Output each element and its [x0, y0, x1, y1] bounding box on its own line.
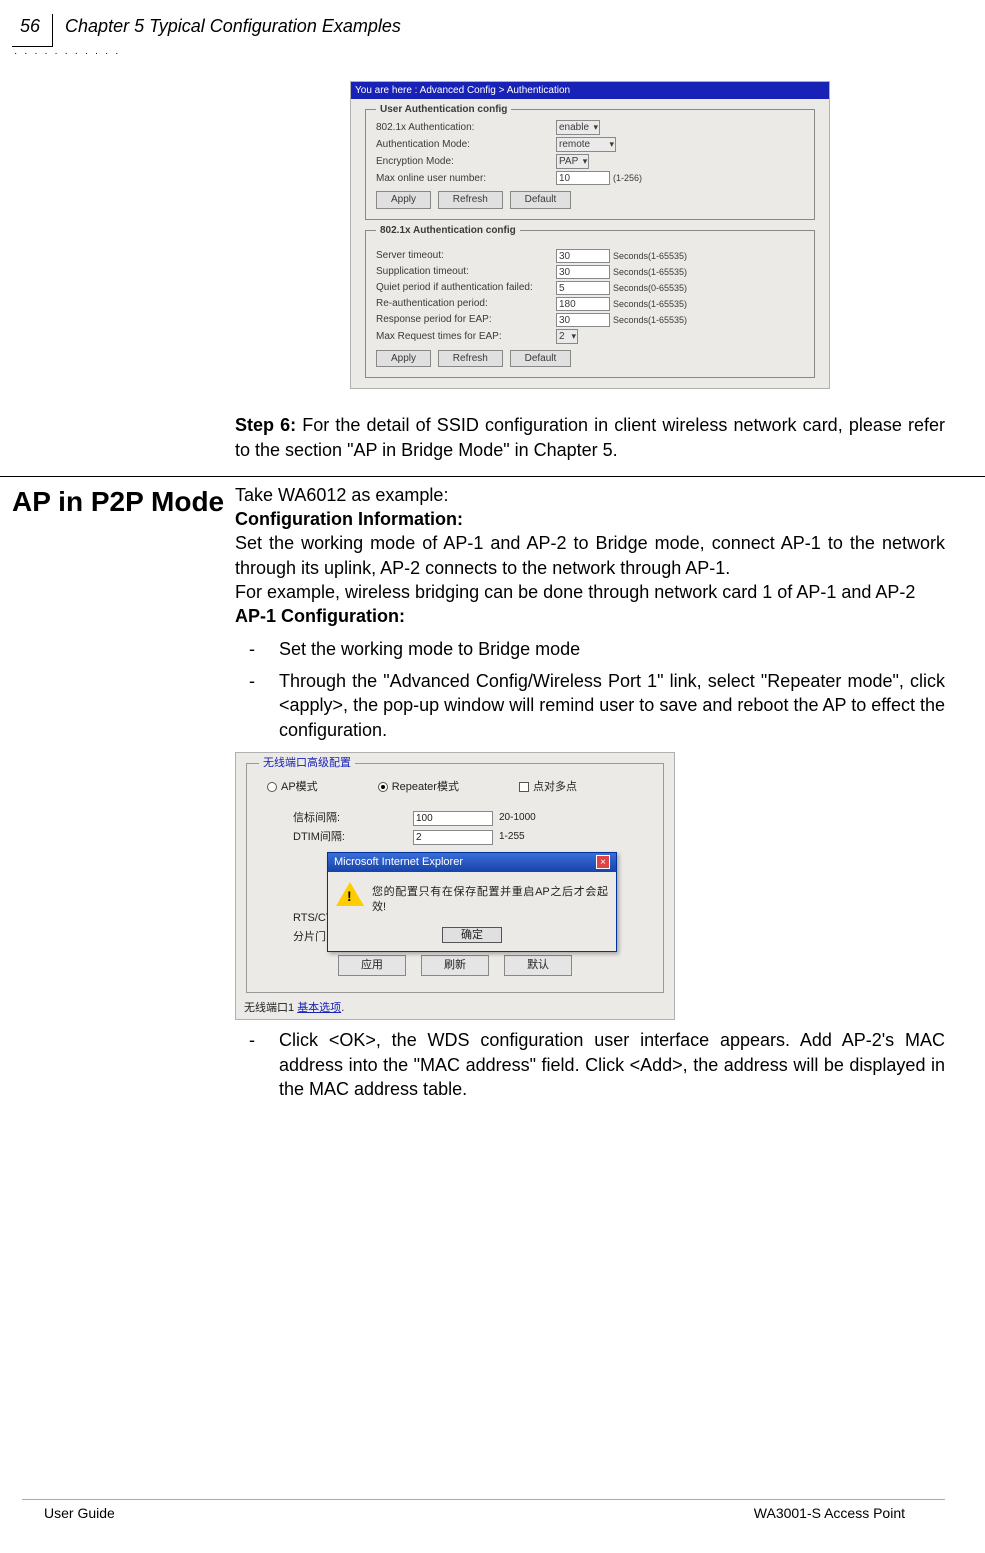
refresh-button[interactable]: Refresh [438, 191, 503, 209]
page-number: 56 [12, 14, 53, 47]
suffix: Seconds(1-65535) [613, 266, 687, 278]
footer-right: WA3001-S Access Point [754, 1504, 905, 1523]
label: Supplication timeout: [376, 265, 556, 279]
label: Server timeout: [376, 249, 556, 263]
label: Encryption Mode: [376, 155, 556, 169]
enc-select[interactable]: PAP [556, 154, 589, 169]
label: Quiet period if authentication failed: [376, 281, 556, 295]
auth-select[interactable]: enable [556, 120, 600, 135]
label: Response period for EAP: [376, 313, 556, 327]
suffix: (1-256) [613, 172, 642, 184]
eap-response-input[interactable]: 30 [556, 313, 610, 327]
suffix: Seconds(0-65535) [613, 282, 687, 294]
refresh-button[interactable]: Refresh [438, 350, 503, 368]
paragraph: For example, wireless bridging can be do… [235, 580, 945, 604]
default-button[interactable]: Default [510, 350, 572, 368]
supp-timeout-input[interactable]: 30 [556, 265, 610, 279]
suffix: 1-255 [499, 830, 525, 844]
close-icon[interactable]: × [596, 855, 610, 869]
refresh-button[interactable]: 刷新 [421, 955, 489, 976]
step6-text: For the detail of SSID configuration in … [235, 415, 945, 459]
group-title: 802.1x Authentication config [376, 224, 520, 238]
header-dots: · · · · · · · · · · · [14, 47, 985, 61]
suffix: Seconds(1-65535) [613, 250, 687, 262]
p2mp-checkbox[interactable]: 点对多点 [519, 780, 577, 795]
suffix: Seconds(1-65535) [613, 298, 687, 310]
label: Re-authentication period: [376, 297, 556, 311]
apply-button[interactable]: 应用 [338, 955, 406, 976]
user-auth-group: User Authentication config 802.1x Authen… [365, 109, 815, 220]
group-title: User Authentication config [376, 103, 511, 117]
list-item: Through the "Advanced Config/Wireless Po… [279, 669, 945, 742]
ok-button[interactable]: 确定 [442, 927, 502, 943]
default-button[interactable]: Default [510, 191, 572, 209]
group-title: 无线端口高级配置 [259, 756, 355, 771]
popup-title: Microsoft Internet Explorer [334, 855, 463, 870]
popup-message: 您的配置只有在保存配置并重启AP之后才会起效! [372, 882, 608, 915]
default-button[interactable]: 默认 [504, 955, 572, 976]
reauth-period-input[interactable]: 180 [556, 297, 610, 311]
breadcrumb: You are here : Advanced Config > Authent… [351, 82, 829, 100]
figure-footer: 无线端口1 基本选项. [236, 997, 674, 1020]
beacon-input[interactable]: 100 [413, 811, 493, 826]
label: Authentication Mode: [376, 138, 556, 152]
list-item: Click <OK>, the WDS configuration user i… [279, 1028, 945, 1101]
label: Max Request times for EAP: [376, 330, 556, 344]
basic-options-link[interactable]: 基本选项 [297, 1002, 341, 1014]
dtim-input[interactable]: 2 [413, 830, 493, 845]
chapter-title: Chapter 5 Typical Configuration Examples [53, 14, 401, 38]
ap-mode-radio[interactable]: AP模式 [267, 780, 318, 795]
repeater-mode-radio[interactable]: Repeater模式 [378, 780, 459, 795]
bullet-list: Set the working mode to Bridge mode Thro… [235, 637, 945, 742]
list-item: Set the working mode to Bridge mode [279, 637, 945, 661]
max-user-input[interactable]: 10 [556, 171, 610, 185]
mode-select[interactable]: remote [556, 137, 616, 152]
ap1-config-heading: AP-1 Configuration: [235, 604, 945, 628]
page-header: 56 Chapter 5 Typical Configuration Examp… [0, 0, 985, 47]
warning-icon [336, 882, 364, 906]
step6-label: Step 6: [235, 415, 296, 435]
suffix: 20-1000 [499, 811, 536, 825]
8021x-auth-group: 802.1x Authentication config Server time… [365, 230, 815, 379]
label: Max online user number: [376, 172, 556, 186]
bullet-list: Click <OK>, the WDS configuration user i… [235, 1028, 945, 1101]
intro-line: Take WA6012 as example: [235, 483, 945, 507]
footer-left: User Guide [44, 1504, 115, 1523]
label: 信标间隔: [293, 811, 413, 826]
apply-button[interactable]: Apply [376, 191, 431, 209]
apply-button[interactable]: Apply [376, 350, 431, 368]
page-footer: User Guide WA3001-S Access Point [22, 1499, 945, 1523]
config-info-heading: Configuration Information: [235, 507, 945, 531]
auth-config-screenshot: You are here : Advanced Config > Authent… [350, 81, 830, 390]
alert-popup: Microsoft Internet Explorer × 您的配置只有在保存配… [327, 852, 617, 952]
paragraph: Set the working mode of AP-1 and AP-2 to… [235, 531, 945, 580]
suffix: Seconds(1-65535) [613, 314, 687, 326]
step6-paragraph: Step 6: For the detail of SSID configura… [235, 413, 945, 462]
section-divider [0, 476, 985, 477]
section-title: AP in P2P Mode [0, 483, 235, 1109]
wireless-group: 无线端口高级配置 AP模式 Repeater模式 点对多点 信标间隔:10020… [246, 763, 664, 993]
max-request-select[interactable]: 2 [556, 329, 578, 344]
quiet-period-input[interactable]: 5 [556, 281, 610, 295]
server-timeout-input[interactable]: 30 [556, 249, 610, 263]
wireless-config-screenshot: 无线端口高级配置 AP模式 Repeater模式 点对多点 信标间隔:100 20… [235, 752, 675, 1021]
label: DTIM间隔: [293, 830, 413, 845]
label: 802.1x Authentication: [376, 121, 556, 135]
